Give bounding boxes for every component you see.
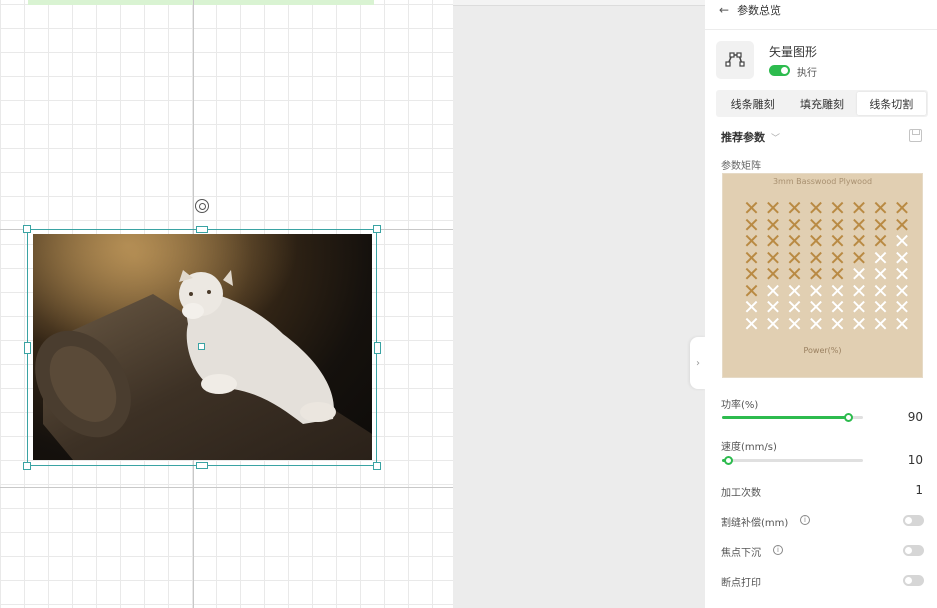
arrow-left-icon[interactable]: ← <box>719 3 729 17</box>
panel-title: 参数总览 <box>737 4 782 17</box>
tab-line-engrave[interactable]: 线条雕刻 <box>718 92 787 115</box>
panel-header: ← 参数总览 <box>719 3 781 17</box>
focus-toggle[interactable] <box>903 545 924 556</box>
info-icon[interactable]: i <box>800 515 810 525</box>
matrix-label: 参数矩阵 <box>721 161 761 172</box>
matrix-cut-mark: ✕ <box>807 311 825 336</box>
design-canvas[interactable] <box>0 0 453 608</box>
recommended-params-label: 推荐参数 <box>721 131 765 144</box>
power-slider[interactable] <box>722 413 863 422</box>
matrix-cut-mark: ✕ <box>872 311 889 336</box>
tab-fill-engrave[interactable]: 填充雕刻 <box>787 92 856 115</box>
matrix-cut-mark: ✕ <box>829 311 846 336</box>
process-mode-tabs: 线条雕刻 填充雕刻 线条切割 <box>716 90 928 117</box>
matrix-image-title: 3mm Basswood Plywood <box>772 177 873 186</box>
passes-value[interactable]: 1 <box>915 483 923 497</box>
resize-handle-bottom-left[interactable] <box>23 462 31 470</box>
matrix-image-footer: Power(%) <box>803 346 842 355</box>
info-icon[interactable]: i <box>773 545 783 555</box>
power-slider-fill <box>722 416 849 419</box>
execute-label: 执行 <box>797 68 817 79</box>
parameter-panel: ← 参数总览 矢量图形 执行 线条雕刻 填充雕刻 线条切割 推荐参数 ﹀ 参数矩… <box>705 0 937 608</box>
speed-slider[interactable] <box>722 456 863 465</box>
tab-line-cut[interactable]: 线条切割 <box>856 92 926 115</box>
matrix-cut-mark: ✕ <box>764 311 782 336</box>
selection-center-point[interactable] <box>198 343 205 350</box>
power-label: 功率(%) <box>721 400 759 411</box>
speed-slider-thumb[interactable] <box>724 456 734 465</box>
power-slider-thumb[interactable] <box>843 413 853 422</box>
layer-name: 矢量图形 <box>769 45 818 59</box>
canvas-highlight-bar <box>28 0 374 5</box>
resize-handle-bottom[interactable] <box>196 462 208 469</box>
power-value[interactable]: 90 <box>908 410 923 424</box>
breakpoint-label: 断点打印 <box>721 578 761 589</box>
chevron-right-icon: › <box>696 357 700 369</box>
passes-label: 加工次数 <box>721 488 761 499</box>
kerf-label: 割缝补偿(mm) <box>721 518 789 529</box>
canvas-guide-horizontal <box>0 487 453 488</box>
chevron-down-icon: ﹀ <box>771 133 781 144</box>
execute-toggle[interactable] <box>769 65 790 76</box>
collapse-panel-button[interactable]: › <box>690 337 706 389</box>
speed-label: 速度(mm/s) <box>721 442 777 453</box>
focus-label: 焦点下沉 <box>721 548 761 559</box>
ruler-top <box>453 0 705 6</box>
resize-handle-left[interactable] <box>24 342 31 354</box>
vector-path-icon <box>716 41 754 79</box>
kerf-toggle[interactable] <box>903 515 924 526</box>
speed-value[interactable]: 10 <box>908 453 923 467</box>
workspace-background <box>453 0 705 608</box>
header-divider <box>705 29 937 30</box>
resize-handle-top-right[interactable] <box>373 225 381 233</box>
resize-handle-top[interactable] <box>196 226 208 233</box>
resize-handle-right[interactable] <box>374 342 381 354</box>
resize-handle-top-left[interactable] <box>23 225 31 233</box>
recommended-params-dropdown[interactable]: 推荐参数 ﹀ <box>721 129 780 145</box>
matrix-cut-mark: ✕ <box>893 311 911 336</box>
matrix-cut-mark: ✕ <box>850 311 868 336</box>
matrix-cut-mark: ✕ <box>743 311 760 336</box>
breakpoint-toggle[interactable] <box>903 575 924 586</box>
parameter-matrix-image[interactable]: 3mm Basswood Plywood ✕ ✕ ✕ ✕ ✕ ✕ ✕ ✕ ✕ ✕ ✕ ✕ ✕ ✕ ✕ ✕ ✕ ✕ ✕… <box>722 173 923 378</box>
resize-handle-bottom-right[interactable] <box>373 462 381 470</box>
rotate-handle-icon[interactable] <box>195 199 209 213</box>
save-preset-icon[interactable] <box>909 129 922 142</box>
matrix-cut-mark: ✕ <box>786 311 803 336</box>
